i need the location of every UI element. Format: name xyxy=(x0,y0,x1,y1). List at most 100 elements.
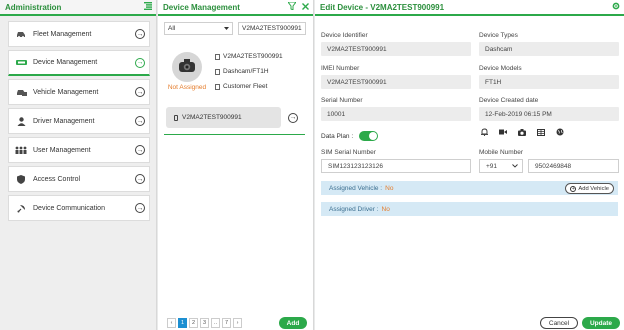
shield-icon xyxy=(15,174,27,184)
model-icon xyxy=(215,68,220,75)
cancel-button[interactable]: Cancel xyxy=(540,317,578,329)
field-label: Mobile Number xyxy=(479,149,524,156)
administration-header: Administration xyxy=(0,0,156,16)
edit-footer: Cancel Update xyxy=(315,316,624,330)
collapse-menu-icon[interactable] xyxy=(144,2,152,12)
device-filter-value: All xyxy=(168,25,176,32)
arrow-right-icon[interactable]: → xyxy=(135,145,145,155)
phone-icon xyxy=(174,114,178,121)
arrow-right-icon[interactable]: → xyxy=(288,112,298,123)
device-actions xyxy=(480,128,564,136)
device-search-input[interactable]: V2MA2TEST900991 xyxy=(238,22,306,35)
page-3-button[interactable]: 3 xyxy=(200,318,209,328)
arrow-right-icon[interactable]: → xyxy=(135,57,145,68)
assigned-vehicle-bar: Assigned Vehicle : No + Add Vehicle xyxy=(321,181,618,195)
menu-item-label: Access Control xyxy=(33,175,81,183)
menu-item-label: Vehicle Management xyxy=(33,88,99,96)
country-code-select[interactable]: +91 xyxy=(479,159,523,173)
users-icon xyxy=(15,145,27,155)
add-vehicle-label: Add Vehicle xyxy=(578,185,609,192)
field-label: Device Identifier xyxy=(321,32,368,39)
menu-item-label: Driver Management xyxy=(33,117,95,125)
device-models-value: FT1H xyxy=(479,75,619,89)
device-fleet-line: Customer Fleet xyxy=(215,82,283,91)
serial-value: 10001 xyxy=(321,107,471,121)
device-types-field: Device Types Dashcam xyxy=(479,32,619,56)
arrow-right-icon[interactable]: → xyxy=(135,29,145,39)
device-model-line: Dashcam/FT1H xyxy=(215,67,283,76)
menu-item-access-control[interactable]: Access Control → xyxy=(8,166,150,192)
field-label: Device Created date xyxy=(479,97,539,104)
filter-icon[interactable] xyxy=(287,1,297,12)
device-row: V2MA2TEST900991 → xyxy=(166,107,307,128)
administration-panel: Administration Fleet Management → Device… xyxy=(0,0,157,330)
edit-device-title: Edit Device - V2MA2TEST900991 xyxy=(320,2,445,12)
device-pill[interactable]: V2MA2TEST900991 xyxy=(166,107,281,128)
device-icon xyxy=(15,58,27,68)
arrow-right-icon[interactable]: → xyxy=(135,203,145,213)
device-filter-select[interactable]: All xyxy=(164,22,233,35)
assigned-driver-label: Assigned Driver : xyxy=(329,205,379,213)
menu-item-label: Fleet Management xyxy=(33,30,92,38)
vehicle-icon xyxy=(15,87,27,97)
menu-item-device-communication[interactable]: Device Communication → xyxy=(8,195,150,221)
device-types-value: Dashcam xyxy=(479,42,619,56)
arrow-right-icon[interactable]: → xyxy=(135,116,145,126)
selected-divider xyxy=(164,134,305,135)
video-icon[interactable] xyxy=(499,128,507,136)
sim-serial-input[interactable]: SIM123123123126 xyxy=(321,159,471,173)
device-model-text: Dashcam/FT1H xyxy=(223,68,269,75)
page-1-button[interactable]: 1 xyxy=(178,318,187,328)
device-identifier-field: Device Identifier V2MA2TEST900991 xyxy=(321,32,471,56)
add-vehicle-button[interactable]: + Add Vehicle xyxy=(565,183,614,194)
mobile-field: Mobile Number +91 9502469848 xyxy=(479,149,619,173)
field-label: Serial Number xyxy=(321,97,363,104)
dashcam-icon xyxy=(178,58,196,76)
camera-icon[interactable] xyxy=(518,128,526,136)
assigned-driver-bar: Assigned Driver : No xyxy=(321,202,618,216)
gear-icon[interactable] xyxy=(612,2,620,12)
imei-field: IMEI Number V2MA2TEST900991 xyxy=(321,65,471,89)
device-card[interactable]: Not Assigned V2MA2TEST900991 Dashcam/FT1… xyxy=(158,35,313,97)
bell-icon[interactable] xyxy=(480,128,488,136)
page-7-button[interactable]: 7 xyxy=(222,318,231,328)
field-label: IMEI Number xyxy=(321,65,360,72)
imei-value: V2MA2TEST900991 xyxy=(321,75,471,89)
device-management-panel: Device Management All V2MA2TEST900991 No… xyxy=(158,0,314,330)
menu-item-device-management[interactable]: Device Management → xyxy=(8,50,150,76)
device-models-field: Device Models FT1H xyxy=(479,65,619,89)
field-label: Device Types xyxy=(479,32,518,39)
device-management-header: Device Management xyxy=(158,0,313,16)
menu-item-label: Device Management xyxy=(33,59,98,66)
page-ellipsis: .. xyxy=(211,318,220,328)
car-icon xyxy=(15,29,27,39)
menu-item-user-management[interactable]: User Management → xyxy=(8,137,150,163)
field-label: SIM Serial Number xyxy=(321,149,376,156)
arrow-right-icon[interactable]: → xyxy=(135,87,145,97)
close-icon[interactable] xyxy=(302,2,309,12)
device-status-label: Not Assigned xyxy=(167,84,207,91)
menu-item-fleet-management[interactable]: Fleet Management → xyxy=(8,21,150,47)
data-plan-row: Data Plan : xyxy=(321,131,379,141)
page-2-button[interactable]: 2 xyxy=(189,318,198,328)
update-button[interactable]: Update xyxy=(582,317,620,329)
mobile-inputs: +91 9502469848 xyxy=(479,159,619,173)
arrow-right-icon[interactable]: → xyxy=(135,174,145,184)
device-identifier-line: V2MA2TEST900991 xyxy=(215,52,283,61)
admin-menu: Fleet Management → Device Management → V… xyxy=(0,16,156,221)
device-fleet-text: Customer Fleet xyxy=(223,83,268,90)
menu-item-label: Device Communication xyxy=(33,204,105,212)
satellite-icon xyxy=(15,203,27,213)
menu-item-driver-management[interactable]: Driver Management → xyxy=(8,108,150,134)
table-icon[interactable] xyxy=(537,128,545,136)
device-management-title: Device Management xyxy=(163,2,240,12)
menu-item-vehicle-management[interactable]: Vehicle Management → xyxy=(8,79,150,105)
page-prev-button[interactable]: ‹ xyxy=(167,318,176,328)
data-plan-toggle[interactable] xyxy=(359,131,379,141)
device-avatar-wrap: Not Assigned xyxy=(166,52,208,97)
add-device-button[interactable]: Add xyxy=(279,317,307,329)
globe-icon[interactable] xyxy=(556,128,564,136)
page-next-button[interactable]: › xyxy=(233,318,242,328)
mobile-number-input[interactable]: 9502469848 xyxy=(528,159,619,173)
edit-device-header: Edit Device - V2MA2TEST900991 xyxy=(315,0,624,16)
